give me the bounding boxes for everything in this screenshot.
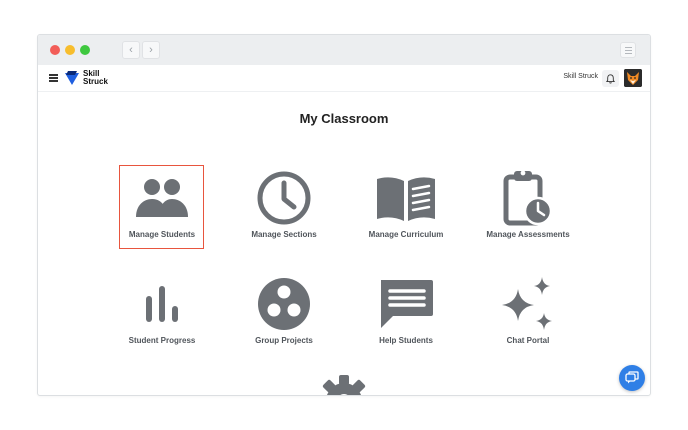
group-circle-icon	[224, 274, 344, 334]
tile-label: Manage Sections	[251, 230, 317, 239]
chevron-right-icon: ›	[149, 44, 153, 56]
tile-label: Help Students	[379, 336, 433, 345]
sparkles-icon	[468, 274, 588, 334]
tile-manage-curriculum[interactable]: Manage Curriculum	[346, 166, 466, 256]
gear-icon[interactable]	[318, 373, 370, 395]
tile-label: Group Projects	[255, 336, 313, 345]
avatar[interactable]	[624, 69, 642, 87]
tile-help-students[interactable]: Help Students	[346, 272, 466, 362]
app-logo[interactable]: Skill Struck	[64, 68, 113, 88]
clipboard-clock-icon	[468, 168, 588, 228]
tile-chat-portal[interactable]: Chat Portal	[468, 272, 588, 362]
chat-icon	[625, 371, 639, 384]
chevron-left-icon: ‹	[129, 44, 133, 56]
browser-window: ‹ › Skill Struck Skill Struck My Classro…	[37, 34, 651, 396]
browser-titlebar: ‹ ›	[38, 35, 650, 65]
bar-chart-icon	[102, 274, 222, 334]
tile-label: Manage Curriculum	[368, 230, 444, 239]
notifications-button[interactable]	[602, 70, 619, 87]
tile-manage-assessments[interactable]: Manage Assessments	[468, 166, 588, 256]
book-icon	[346, 168, 466, 228]
forward-button[interactable]: ›	[142, 41, 160, 59]
tile-manage-students[interactable]: Manage Students	[102, 165, 222, 256]
app-header: Skill Struck Skill Struck	[38, 65, 650, 92]
maximize-window-button[interactable]	[80, 45, 90, 55]
tile-group-projects[interactable]: Group Projects	[224, 272, 344, 362]
chat-bubble-icon	[346, 274, 466, 334]
logo-text: Skill Struck	[83, 69, 108, 86]
tile-label: Manage Assessments	[486, 230, 570, 239]
clock-icon	[224, 168, 344, 228]
tile-label: Student Progress	[128, 336, 196, 345]
fox-avatar-icon	[624, 69, 642, 87]
minimize-window-button[interactable]	[65, 45, 75, 55]
tile-student-progress[interactable]: Student Progress	[102, 272, 222, 362]
hamburger-menu-icon[interactable]	[49, 74, 58, 82]
logo-mark-icon	[65, 71, 79, 85]
close-window-button[interactable]	[50, 45, 60, 55]
tile-label: Manage Students	[128, 230, 196, 239]
tile-manage-sections[interactable]: Manage Sections	[224, 166, 344, 256]
page-title: My Classroom	[299, 111, 389, 126]
bell-icon	[606, 73, 615, 83]
back-button[interactable]: ‹	[122, 41, 140, 59]
people-icon	[102, 168, 222, 228]
user-name: Skill Struck	[563, 73, 598, 80]
chat-support-button[interactable]	[619, 365, 645, 391]
tile-label: Chat Portal	[506, 336, 550, 345]
browser-menu-button[interactable]	[620, 42, 636, 58]
